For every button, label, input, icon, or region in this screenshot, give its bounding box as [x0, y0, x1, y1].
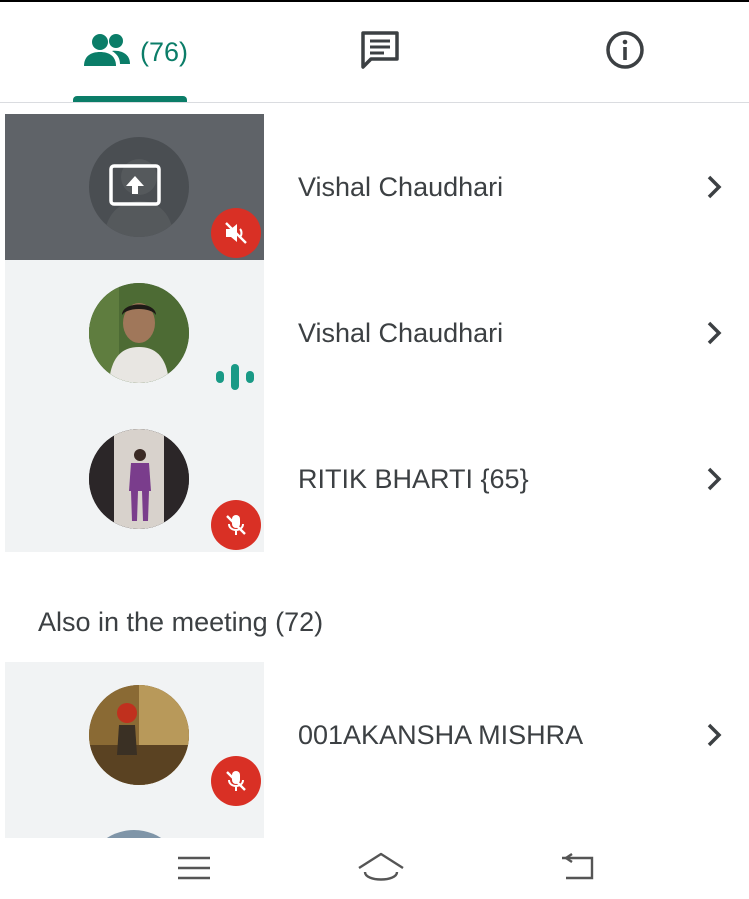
tab-people[interactable]: (76)	[20, 2, 250, 102]
tab-info[interactable]	[510, 2, 740, 102]
participant-name: Vishal Chaudhari	[298, 171, 504, 202]
home-icon[interactable]	[351, 846, 411, 890]
participant-tile	[5, 114, 264, 260]
avatar	[89, 283, 189, 383]
system-navigation-bar	[0, 838, 749, 899]
present-screen-icon	[109, 164, 161, 206]
participant-row[interactable]: Vishal Chaudhari	[0, 114, 749, 260]
participant-tile	[5, 406, 264, 552]
chevron-right-icon[interactable]	[700, 464, 728, 494]
participant-row[interactable]: Vishal Chaudhari	[0, 260, 749, 406]
chevron-right-icon[interactable]	[700, 318, 728, 348]
active-tab-indicator	[73, 96, 187, 102]
participant-name: 001AKANSHA MISHRA	[298, 719, 584, 750]
participant-name: RITIK BHARTI {65}	[298, 463, 529, 494]
avatar	[89, 429, 189, 529]
chevron-right-icon[interactable]	[700, 172, 728, 202]
mic-off-icon	[211, 756, 261, 806]
mic-off-icon	[211, 500, 261, 550]
section-label: Also in the meeting (72)	[38, 607, 324, 637]
participant-row[interactable]: RITIK BHARTI {65}	[0, 406, 749, 552]
tab-bar: (76)	[0, 2, 749, 103]
participant-tile-partial	[5, 808, 264, 838]
volume-off-icon	[211, 208, 261, 258]
chat-icon	[359, 29, 401, 76]
people-count: (76)	[139, 36, 188, 67]
tab-chat[interactable]	[265, 2, 495, 102]
participant-row[interactable]: 001AKANSHA MISHRA	[0, 662, 749, 808]
participant-tile	[5, 260, 264, 406]
back-icon[interactable]	[548, 846, 608, 890]
participant-name: Vishal Chaudhari	[298, 317, 504, 348]
avatar	[84, 830, 184, 838]
people-icon	[82, 32, 132, 73]
chevron-right-icon[interactable]	[700, 720, 728, 750]
avatar	[89, 685, 189, 785]
participant-tile	[5, 662, 264, 808]
menu-icon[interactable]	[164, 846, 224, 890]
speaking-indicator-icon	[214, 362, 256, 392]
info-icon	[604, 29, 646, 76]
